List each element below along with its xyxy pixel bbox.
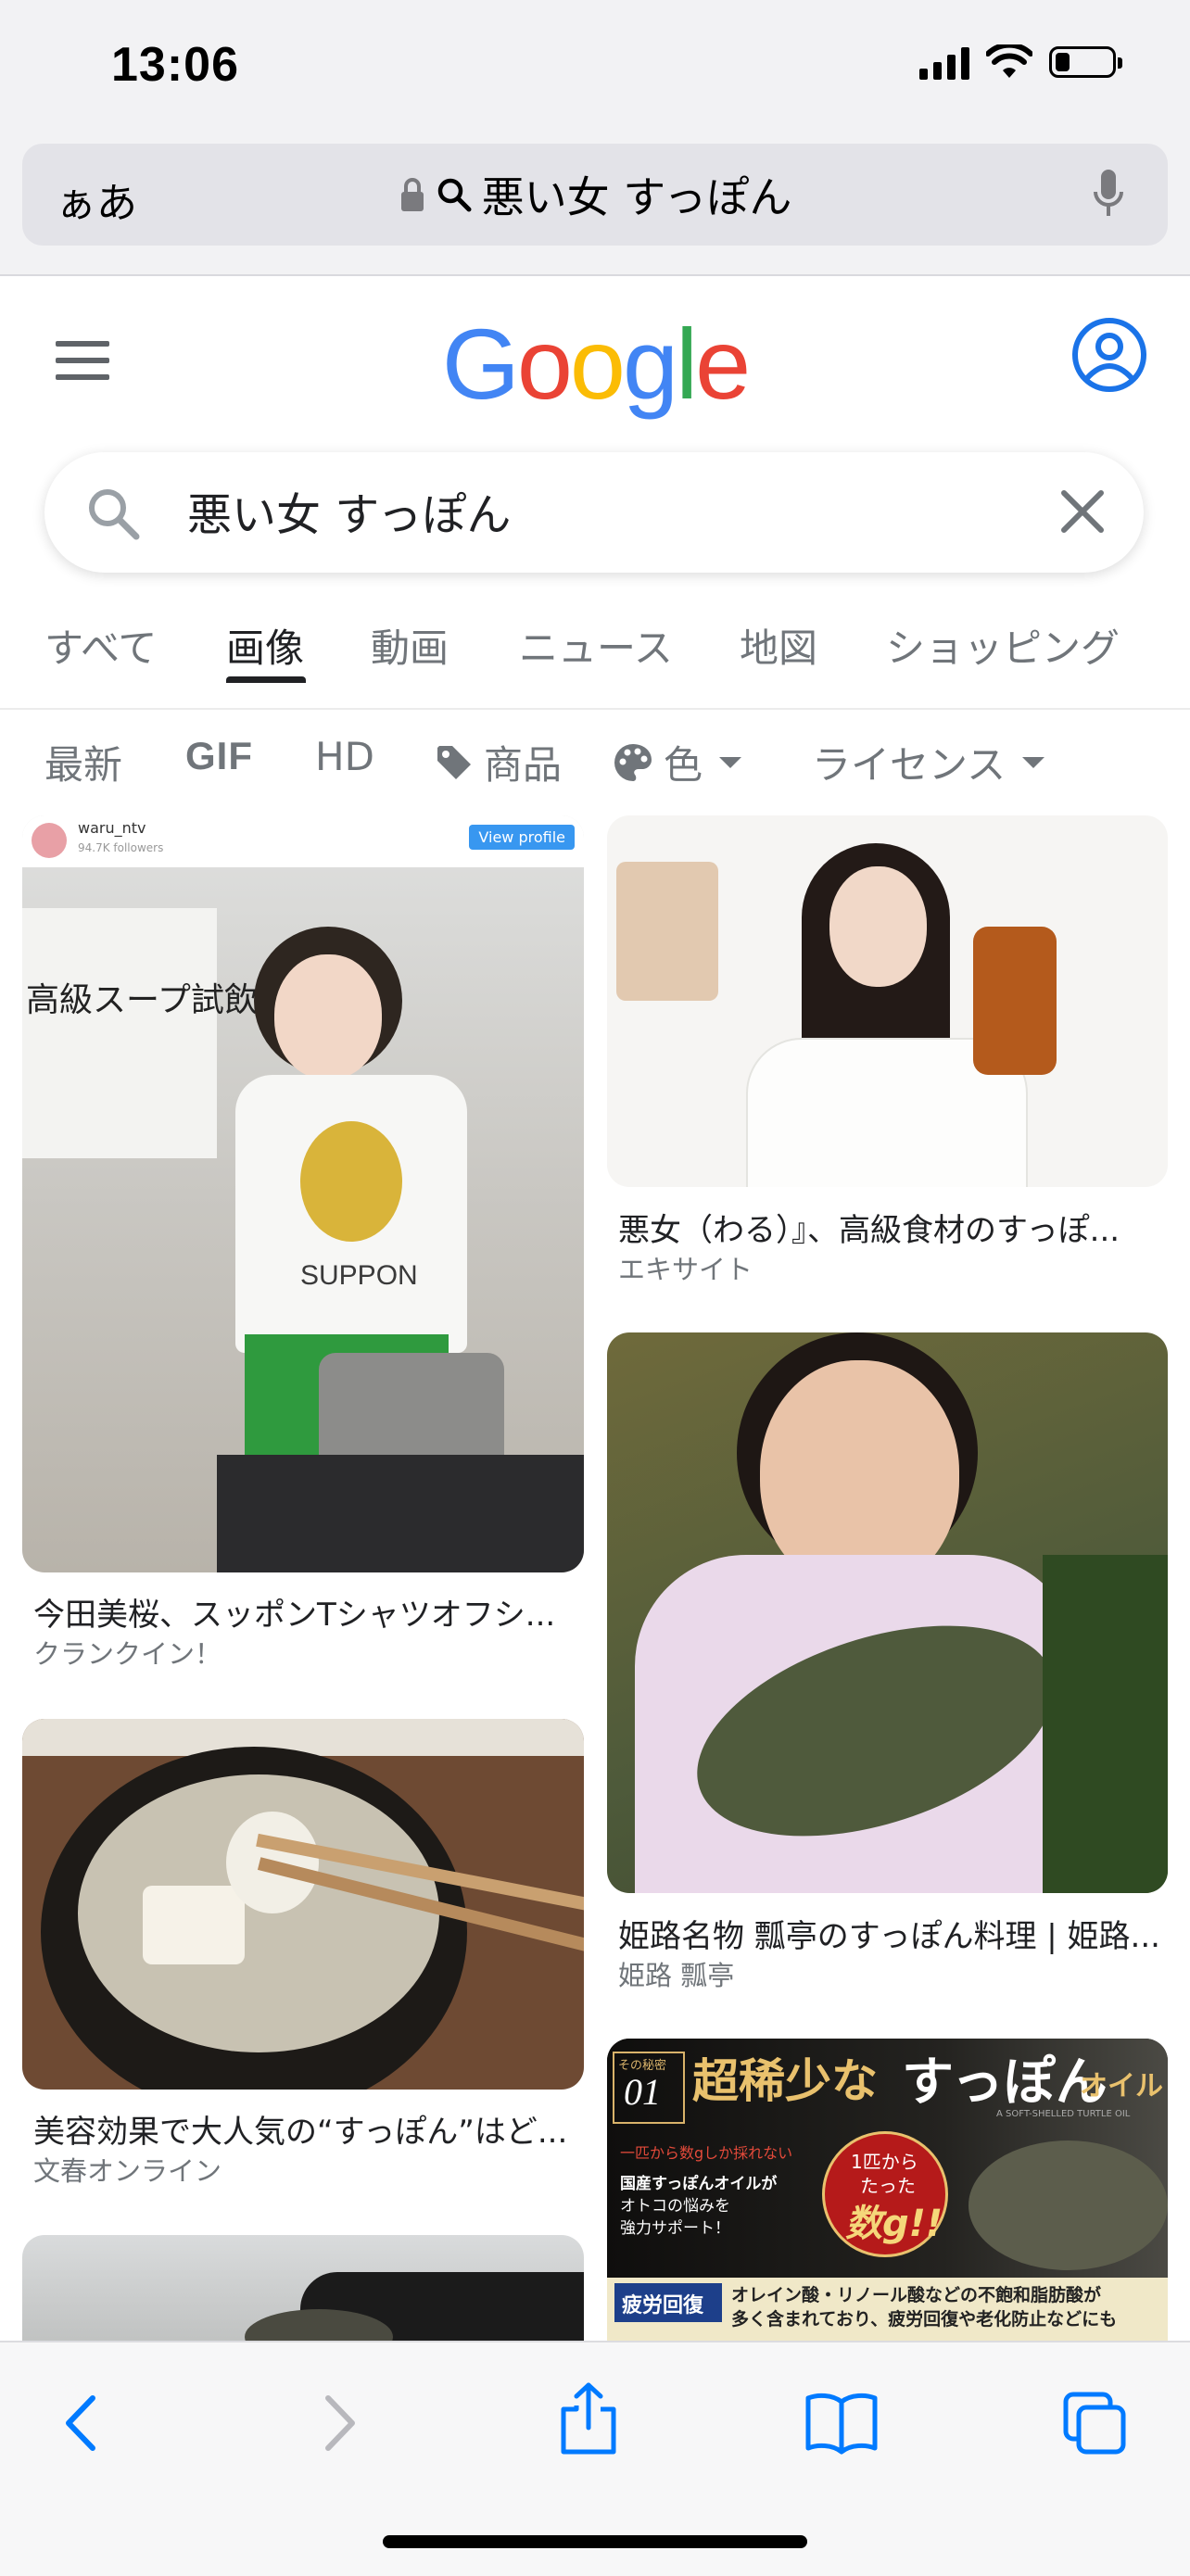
result-image-3[interactable]	[22, 1719, 584, 2090]
tab-shopping[interactable]: ショッピング	[886, 617, 1120, 674]
ad-band-line-1: オレイン酸・リノール酸などの不飽和脂肪酸が	[731, 2285, 1102, 2305]
result-source-4: 姫路 瓢亭	[618, 1960, 735, 1991]
ad-subtitle: A SOFT-SHELLED TURTLE OIL	[996, 2109, 1131, 2119]
tabs-icon[interactable]	[1062, 2391, 1129, 2457]
lock-icon	[400, 178, 424, 211]
search-icon	[437, 178, 472, 212]
backdrop-shape	[616, 862, 718, 1001]
tab-maps[interactable]: 地図	[740, 617, 817, 674]
tshirt-text: SUPPON	[300, 1260, 418, 1291]
wifi-icon	[986, 44, 1032, 78]
number-badge: その秘密 01	[613, 2052, 685, 2124]
ad-tag: 疲労回復	[614, 2283, 722, 2322]
view-profile-button: View profile	[469, 825, 575, 850]
result-title-4[interactable]: 姫路名物 瓢亭のすっぽん料理 | 姫路...	[618, 1911, 1165, 1956]
tag-icon	[437, 745, 471, 779]
turtle-print	[300, 1121, 402, 1242]
ad-body-2: 国産すっぽんオイルが	[620, 2175, 778, 2193]
google-logo[interactable]: Google	[0, 306, 1190, 422]
address-bar[interactable]: ぁあ 悪い女 すっぽん	[22, 144, 1168, 246]
battery-icon	[1049, 46, 1122, 78]
status-icons	[919, 44, 1122, 80]
ad-red-circle: 1匹から たった 数g!!	[822, 2131, 948, 2257]
avatar	[32, 823, 67, 858]
result-title-1[interactable]: 今田美桜、スッポンTシャツオフシ...	[33, 1589, 580, 1635]
stove	[217, 1455, 584, 1572]
ad-tag-text: 疲労回復	[622, 2294, 704, 2317]
instagram-followers: 94.7K followers	[78, 841, 164, 854]
badge-number: 01	[624, 2071, 661, 2113]
search-icon[interactable]	[85, 486, 141, 541]
result-image-1[interactable]: waru_ntv 94.7K followers View profile 高級…	[22, 815, 584, 1572]
person-face	[274, 954, 382, 1080]
ad-band-line-2: 多く含まれており、疲労回復や老化防止などにも	[731, 2309, 1118, 2330]
result-source-1: クランクイン！	[33, 1638, 222, 1670]
ad-headline-c: オイル	[1080, 2070, 1163, 2102]
result-image-4[interactable]	[607, 1332, 1168, 1893]
filter-color[interactable]: 色	[612, 734, 742, 790]
active-tab-indicator	[226, 676, 306, 683]
chevron-down-icon	[1022, 756, 1045, 768]
bookmarks-icon[interactable]	[804, 2391, 879, 2456]
chevron-down-icon	[719, 756, 742, 768]
home-indicator	[383, 2535, 807, 2548]
ad-circle-text-a: 1匹から	[851, 2151, 918, 2173]
tab-videos[interactable]: 動画	[371, 617, 449, 674]
tab-all[interactable]: すべて	[44, 617, 157, 674]
instagram-header: waru_ntv 94.7K followers View profile	[22, 815, 584, 867]
forward-icon[interactable]	[317, 2391, 363, 2456]
filter-gif[interactable]: GIF	[185, 734, 253, 778]
filter-products[interactable]: 商品	[434, 734, 562, 790]
search-tabs: すべて 画像 動画 ニュース 地図 ショッピング	[0, 610, 1190, 710]
share-icon[interactable]	[556, 2381, 621, 2456]
instagram-username: waru_ntv	[78, 819, 146, 837]
background-wall	[22, 1719, 584, 1756]
result-title-2[interactable]: 悪女（わる）』、高級食材のすっぽ...	[618, 1205, 1165, 1250]
back-icon[interactable]	[57, 2391, 104, 2456]
palette-icon	[614, 743, 652, 781]
result-title-3[interactable]: 美容効果で大人気の“すっぽん”はど...	[33, 2106, 580, 2152]
url-display[interactable]: 悪い女 すっぽん	[22, 164, 1168, 225]
tab-images[interactable]: 画像	[226, 617, 304, 674]
filter-hd[interactable]: HD	[315, 734, 374, 779]
ad-body-1: 一匹から数gしか採れない	[620, 2144, 793, 2162]
tofu-piece	[143, 1886, 245, 1964]
turtle-photo	[968, 2140, 1168, 2270]
whiteboard: 高級スープ試飲会	[22, 908, 291, 1158]
result-source-3: 文春オンライン	[33, 2155, 222, 2187]
ad-headline-a: 超稀少な	[692, 2053, 878, 2108]
ad-headline-b: すっぽん	[902, 2052, 1108, 2113]
filter-color-label: 色	[664, 742, 703, 788]
url-text: 悪い女 すっぽん	[481, 172, 792, 222]
filter-chips: 最新 GIF HD 商品 色 ライセンス	[0, 723, 1190, 797]
result-source-2: エキサイト	[618, 1254, 753, 1285]
browser-chrome: 13:06 ぁあ 悪い女 すっぽん	[0, 0, 1190, 276]
status-time: 13:06	[111, 38, 239, 92]
ad-body-3: オトコの悩みを	[620, 2197, 730, 2216]
filter-latest[interactable]: 最新	[44, 734, 122, 790]
whisky-bottle	[973, 927, 1057, 1075]
microphone-icon[interactable]	[1092, 166, 1125, 221]
ad-circle-text-c: 数g!!	[845, 2203, 943, 2245]
tshirt: SUPPON	[235, 1075, 467, 1353]
ad-body-4: 強力サポート！	[620, 2219, 730, 2238]
cellular-signal-icon	[919, 44, 969, 80]
tab-news[interactable]: ニュース	[519, 617, 673, 674]
whiteboard-text: 高級スープ試飲会	[26, 981, 291, 1019]
person-face	[829, 866, 927, 987]
search-input[interactable]	[185, 484, 1023, 537]
clear-icon[interactable]	[1058, 487, 1107, 536]
account-icon[interactable]	[1071, 317, 1147, 393]
filter-license[interactable]: ライセンス	[812, 734, 1045, 790]
filter-license-label: ライセンス	[812, 742, 1006, 788]
search-box[interactable]	[44, 452, 1144, 573]
result-image-2[interactable]	[607, 815, 1168, 1187]
filter-products-label: 商品	[484, 742, 563, 788]
plants	[1043, 1555, 1168, 1893]
